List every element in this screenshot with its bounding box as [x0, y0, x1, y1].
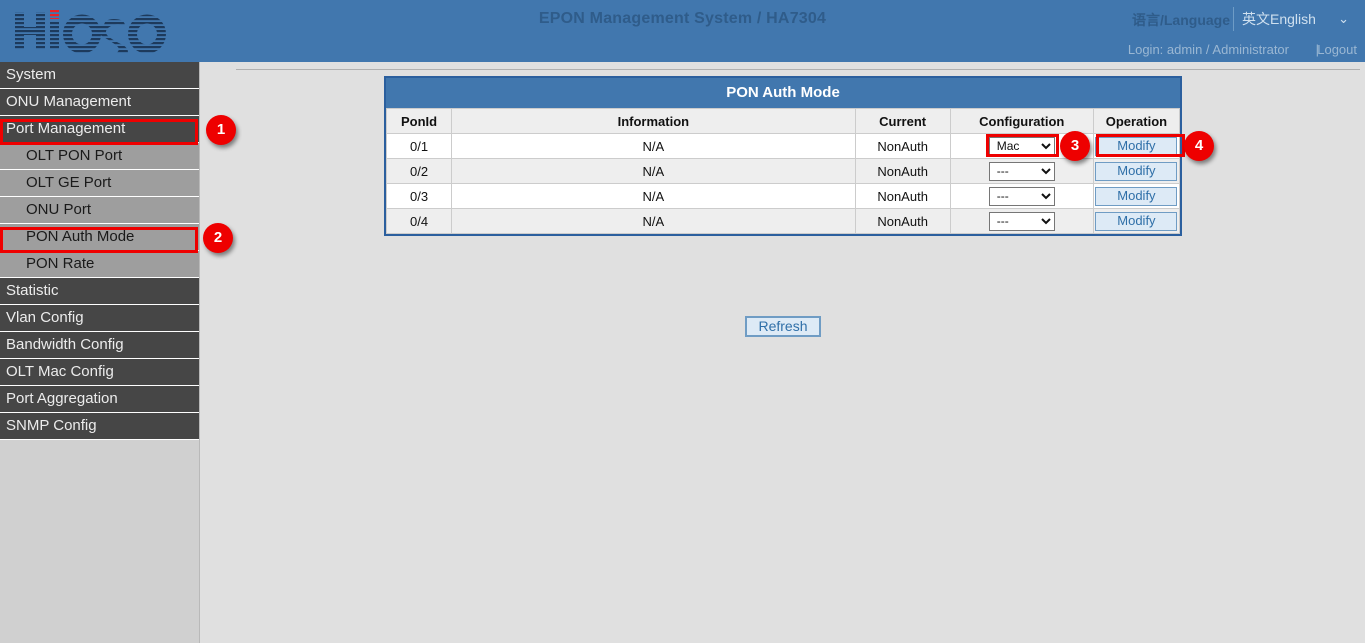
sidebar-item-port-management[interactable]: Port Management — [0, 116, 199, 143]
configuration-select[interactable]: --- — [989, 212, 1055, 231]
table-row: 0/2 N/A NonAuth --- Modify — [387, 159, 1180, 184]
sidebar-item-olt-mac-config[interactable]: OLT Mac Config — [0, 359, 199, 386]
table-row: 0/4 N/A NonAuth --- Modify — [387, 209, 1180, 234]
cell-current: NonAuth — [855, 134, 950, 159]
sidebar-item-statistic[interactable]: Statistic — [0, 278, 199, 305]
sidebar-item-olt-pon-port[interactable]: OLT PON Port — [0, 143, 199, 170]
cell-operation: Modify — [1093, 184, 1179, 209]
sidebar-item-pon-rate[interactable]: PON Rate — [0, 251, 199, 278]
language-select[interactable]: 英文English — [1233, 7, 1357, 31]
cell-configuration: --- — [950, 209, 1093, 234]
table-row: 0/1 N/A NonAuth Mac Modify — [387, 134, 1180, 159]
column-header-configuration: Configuration — [950, 109, 1093, 134]
cell-current: NonAuth — [855, 159, 950, 184]
cell-configuration: --- — [950, 159, 1093, 184]
content-divider — [236, 69, 1360, 70]
cell-configuration: --- — [950, 184, 1093, 209]
modify-button[interactable]: Modify — [1095, 187, 1177, 206]
login-info: Login: admin / Administrator — [1128, 42, 1289, 57]
column-header-operation: Operation — [1093, 109, 1179, 134]
cell-information: N/A — [452, 184, 856, 209]
page-root: EPON Management System / HA7304 语言/Langu… — [0, 0, 1365, 643]
table-header-row: PonId Information Current Configuration … — [387, 109, 1180, 134]
cell-information: N/A — [452, 134, 856, 159]
sidebar-item-bandwidth-config[interactable]: Bandwidth Config — [0, 332, 199, 359]
table-row: 0/3 N/A NonAuth --- Modify — [387, 184, 1180, 209]
refresh-button[interactable]: Refresh — [745, 316, 821, 337]
cell-ponid: 0/3 — [387, 184, 452, 209]
pon-auth-mode-panel: PON Auth Mode PonId Information Current … — [384, 76, 1182, 236]
sidebar-item-onu-port[interactable]: ONU Port — [0, 197, 199, 224]
cell-information: N/A — [452, 209, 856, 234]
cell-information: N/A — [452, 159, 856, 184]
sidebar-item-system[interactable]: System — [0, 62, 199, 89]
configuration-select[interactable]: Mac — [989, 137, 1055, 156]
modify-button[interactable]: Modify — [1095, 212, 1177, 231]
column-header-current: Current — [855, 109, 950, 134]
pon-auth-mode-table: PonId Information Current Configuration … — [386, 108, 1180, 234]
cell-operation: Modify — [1093, 134, 1179, 159]
sidebar-item-onu-management[interactable]: ONU Management — [0, 89, 199, 116]
modify-button[interactable]: Modify — [1095, 137, 1177, 156]
sidebar-item-vlan-config[interactable]: Vlan Config — [0, 305, 199, 332]
cell-operation: Modify — [1093, 159, 1179, 184]
cell-operation: Modify — [1093, 209, 1179, 234]
logout-link[interactable]: Logout — [1317, 42, 1357, 57]
modify-button[interactable]: Modify — [1095, 162, 1177, 181]
panel-title: PON Auth Mode — [386, 78, 1180, 108]
cell-configuration: Mac — [950, 134, 1093, 159]
cell-ponid: 0/2 — [387, 159, 452, 184]
sidebar-item-snmp-config[interactable]: SNMP Config — [0, 413, 199, 440]
cell-current: NonAuth — [855, 184, 950, 209]
configuration-select[interactable]: --- — [989, 187, 1055, 206]
sidebar-item-olt-ge-port[interactable]: OLT GE Port — [0, 170, 199, 197]
content-area: PON Auth Mode PonId Information Current … — [199, 62, 1365, 643]
sidebar: System ONU Management Port Management OL… — [0, 62, 199, 643]
column-header-information: Information — [452, 109, 856, 134]
cell-ponid: 0/4 — [387, 209, 452, 234]
app-header: EPON Management System / HA7304 语言/Langu… — [0, 0, 1365, 62]
cell-ponid: 0/1 — [387, 134, 452, 159]
sidebar-item-port-aggregation[interactable]: Port Aggregation — [0, 386, 199, 413]
sidebar-item-pon-auth-mode[interactable]: PON Auth Mode — [0, 224, 199, 251]
configuration-select[interactable]: --- — [989, 162, 1055, 181]
cell-current: NonAuth — [855, 209, 950, 234]
column-header-ponid: PonId — [387, 109, 452, 134]
language-label: 语言/Language — [1132, 10, 1230, 30]
